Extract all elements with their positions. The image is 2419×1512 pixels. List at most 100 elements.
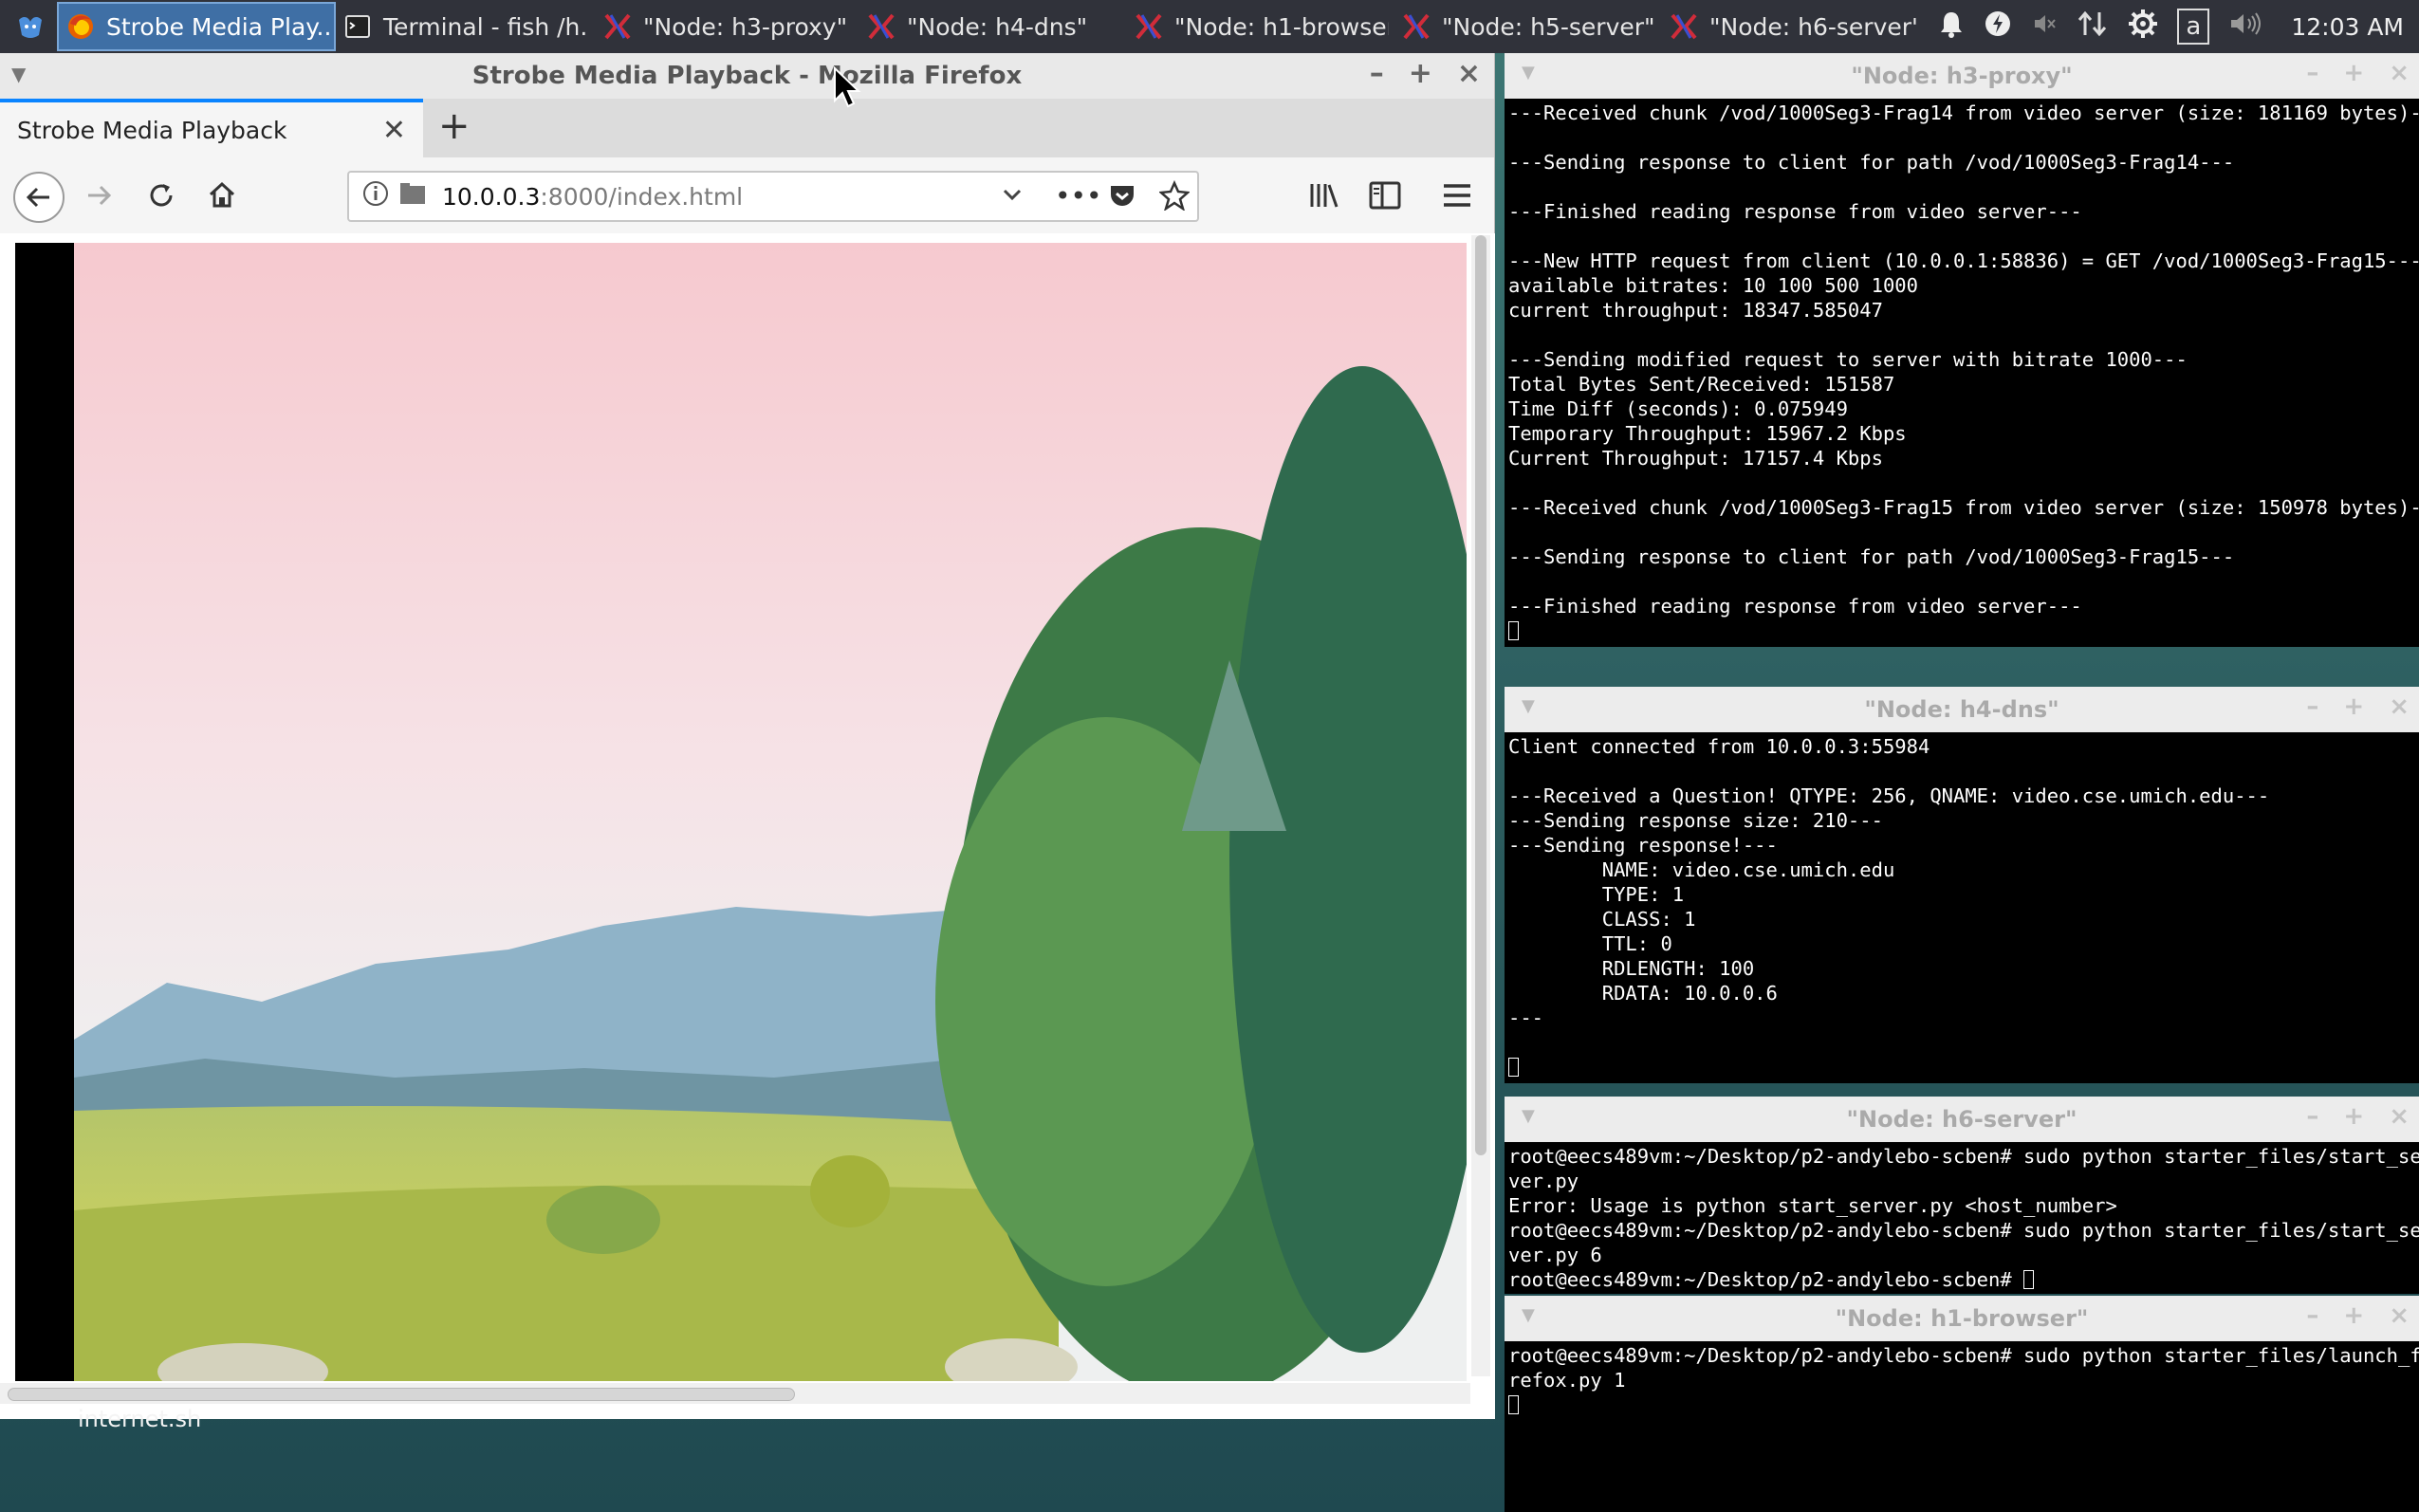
- library-button[interactable]: [1300, 171, 1349, 220]
- terminal-line: TYPE: 1: [1508, 883, 1685, 906]
- terminal-prompt-line[interactable]: [1508, 618, 2419, 643]
- window-menu-icon[interactable]: ▼: [11, 63, 26, 85]
- sidebar-button[interactable]: [1360, 171, 1410, 220]
- power-manager-icon[interactable]: [1984, 9, 2012, 44]
- tab-title: Strobe Media Playback: [17, 116, 287, 144]
- terminal-prompt-line[interactable]: root@eecs489vm:~/Desktop/p2-andylebo-scb…: [1508, 1267, 2419, 1292]
- page-icon: [398, 181, 427, 212]
- terminal-title: "Node: h4-dns": [1864, 696, 2059, 723]
- terminal-line: Client connected from 10.0.0.3:55984: [1508, 735, 1930, 758]
- task-h6-server[interactable]: "Node: h6-server": [1656, 2, 1916, 51]
- reload-button[interactable]: [137, 171, 186, 220]
- bookmark-star-icon[interactable]: [1158, 179, 1191, 216]
- minimize-button[interactable]: –: [2306, 692, 2318, 721]
- network-icon[interactable]: [2077, 9, 2109, 45]
- task-terminal[interactable]: Terminal - fish /h...: [336, 2, 590, 51]
- task-firefox[interactable]: Strobe Media Play...: [57, 2, 336, 51]
- terminal-cursor: [1508, 1058, 1519, 1077]
- back-button[interactable]: [13, 172, 65, 223]
- scroll-thumb[interactable]: [8, 1388, 795, 1401]
- terminal-output[interactable]: root@eecs489vm:~/Desktop/p2-andylebo-scb…: [1505, 1142, 2419, 1292]
- chevron-down-icon[interactable]: [1000, 182, 1025, 212]
- task-h3-proxy[interactable]: "Node: h3-proxy": [590, 2, 854, 51]
- terminal-line: Error: Usage is python start_server.py <…: [1508, 1194, 2117, 1217]
- forward-button[interactable]: [74, 171, 123, 220]
- terminal-h6-server[interactable]: ▼ "Node: h6-server" – + × root@eecs489vm:~…: [1505, 1097, 2419, 1294]
- window-titlebar[interactable]: ▼ Strobe Media Playback - Mozilla Firefo…: [0, 53, 1494, 99]
- close-button[interactable]: ×: [2389, 1102, 2410, 1131]
- terminal-line: Temporary Throughput: 15967.2 Kbps: [1508, 422, 1907, 445]
- minimize-button[interactable]: –: [2306, 1102, 2318, 1131]
- terminal-titlebar[interactable]: ▼ "Node: h4-dns" – + ×: [1505, 687, 2419, 732]
- scroll-thumb[interactable]: [1475, 235, 1486, 1155]
- window-menu-icon[interactable]: ▼: [1522, 1106, 1535, 1126]
- close-button[interactable]: ×: [2389, 1301, 2410, 1330]
- url-bar[interactable]: 10.0.0.3:8000/index.html •••: [347, 171, 1199, 222]
- url-text[interactable]: 10.0.0.3:8000/index.html: [442, 183, 743, 211]
- terminal-h4-dns[interactable]: ▼ "Node: h4-dns" – + × Client connected fr…: [1505, 687, 2419, 1083]
- minimize-button[interactable]: –: [2306, 1301, 2318, 1330]
- terminal-h3-proxy[interactable]: ▼ "Node: h3-proxy" – + × ---Received chunk…: [1505, 53, 2419, 647]
- terminal-title: "Node: h6-server": [1846, 1106, 2077, 1133]
- firefox-window: ▼ Strobe Media Playback - Mozilla Firefo…: [0, 53, 1495, 1419]
- vertical-scrollbar[interactable]: [1471, 235, 1490, 1376]
- horizontal-scrollbar[interactable]: [0, 1383, 1470, 1404]
- terminal-line: root@eecs489vm:~/Desktop/p2-andylebo-scb…: [1508, 1219, 2419, 1242]
- terminal-line: RDLENGTH: 100: [1508, 957, 1755, 980]
- maximize-button[interactable]: +: [2343, 1102, 2364, 1131]
- app-menu-icon[interactable]: [9, 6, 51, 47]
- terminal-titlebar[interactable]: ▼ "Node: h3-proxy" – + ×: [1505, 53, 2419, 99]
- terminal-titlebar[interactable]: ▼ "Node: h6-server" – + ×: [1505, 1097, 2419, 1142]
- page-actions-icon[interactable]: •••: [1055, 180, 1102, 212]
- window-menu-icon[interactable]: ▼: [1522, 1305, 1535, 1325]
- close-button[interactable]: ×: [1457, 57, 1481, 90]
- video-player[interactable]: [15, 243, 1467, 1381]
- terminal-prompt-line[interactable]: [1508, 1055, 2419, 1079]
- firefox-icon: [66, 12, 95, 41]
- terminal-output[interactable]: ---Received chunk /vod/1000Seg3-Frag14 f…: [1505, 99, 2419, 643]
- minimize-button[interactable]: –: [1370, 57, 1384, 90]
- clock[interactable]: 12:03 AM: [2291, 13, 2404, 41]
- terminal-h1-browser[interactable]: ▼ "Node: h1-browser" – + × root@eecs489vm:…: [1505, 1296, 2419, 1512]
- task-h5-server[interactable]: "Node: h5-server": [1389, 2, 1656, 51]
- notification-bell-icon[interactable]: [1938, 9, 1965, 44]
- new-tab-button[interactable]: +: [438, 104, 471, 148]
- minimize-button[interactable]: –: [2306, 59, 2318, 87]
- maximize-button[interactable]: +: [1409, 57, 1432, 90]
- terminal-titlebar[interactable]: ▼ "Node: h1-browser" – + ×: [1505, 1296, 2419, 1341]
- keyboard-layout-indicator[interactable]: a: [2177, 9, 2210, 45]
- maximize-button[interactable]: +: [2343, 1301, 2364, 1330]
- desktop-file-label[interactable]: internet.sh: [78, 1406, 201, 1432]
- terminal-line: ---Received a Question! QTYPE: 256, QNAM…: [1508, 784, 2270, 807]
- maximize-button[interactable]: +: [2343, 59, 2364, 87]
- info-icon[interactable]: [362, 180, 389, 212]
- task-h1-browser[interactable]: "Node: h1-browser": [1121, 2, 1389, 51]
- reload-icon: [150, 184, 173, 207]
- terminal-line: ---Sending response to client for path /…: [1508, 151, 2235, 174]
- terminal-prompt-line[interactable]: [1508, 1392, 2419, 1417]
- tab-close-icon[interactable]: ✕: [382, 114, 406, 147]
- terminal-output[interactable]: Client connected from 10.0.0.3:55984 ---…: [1505, 732, 2419, 1079]
- terminal-icon: [343, 12, 372, 41]
- task-h4-dns[interactable]: "Node: h4-dns": [854, 2, 1121, 51]
- close-button[interactable]: ×: [2389, 692, 2410, 721]
- pocket-icon[interactable]: [1108, 182, 1136, 216]
- settings-gear-icon[interactable]: [2128, 9, 2158, 45]
- home-button[interactable]: [197, 171, 247, 220]
- mic-muted-icon[interactable]: [2031, 10, 2058, 43]
- maximize-button[interactable]: +: [2343, 692, 2364, 721]
- window-menu-icon[interactable]: ▼: [1522, 63, 1535, 83]
- volume-icon[interactable]: [2228, 10, 2262, 43]
- x11-icon: [1402, 12, 1431, 41]
- window-menu-icon[interactable]: ▼: [1522, 696, 1535, 716]
- menu-button[interactable]: [1432, 171, 1482, 220]
- terminal-line: TTL: 0: [1508, 932, 1672, 955]
- shell-prompt: root@eecs489vm:~/Desktop/p2-andylebo-scb…: [1508, 1268, 2024, 1291]
- tab-strobe-media-playback[interactable]: Strobe Media Playback ✕: [0, 99, 423, 157]
- terminal-title: "Node: h3-proxy": [1851, 63, 2073, 89]
- terminal-output[interactable]: root@eecs489vm:~/Desktop/p2-andylebo-scb…: [1505, 1341, 2419, 1417]
- task-label: "Node: h5-server": [1442, 12, 1655, 41]
- close-button[interactable]: ×: [2389, 59, 2410, 87]
